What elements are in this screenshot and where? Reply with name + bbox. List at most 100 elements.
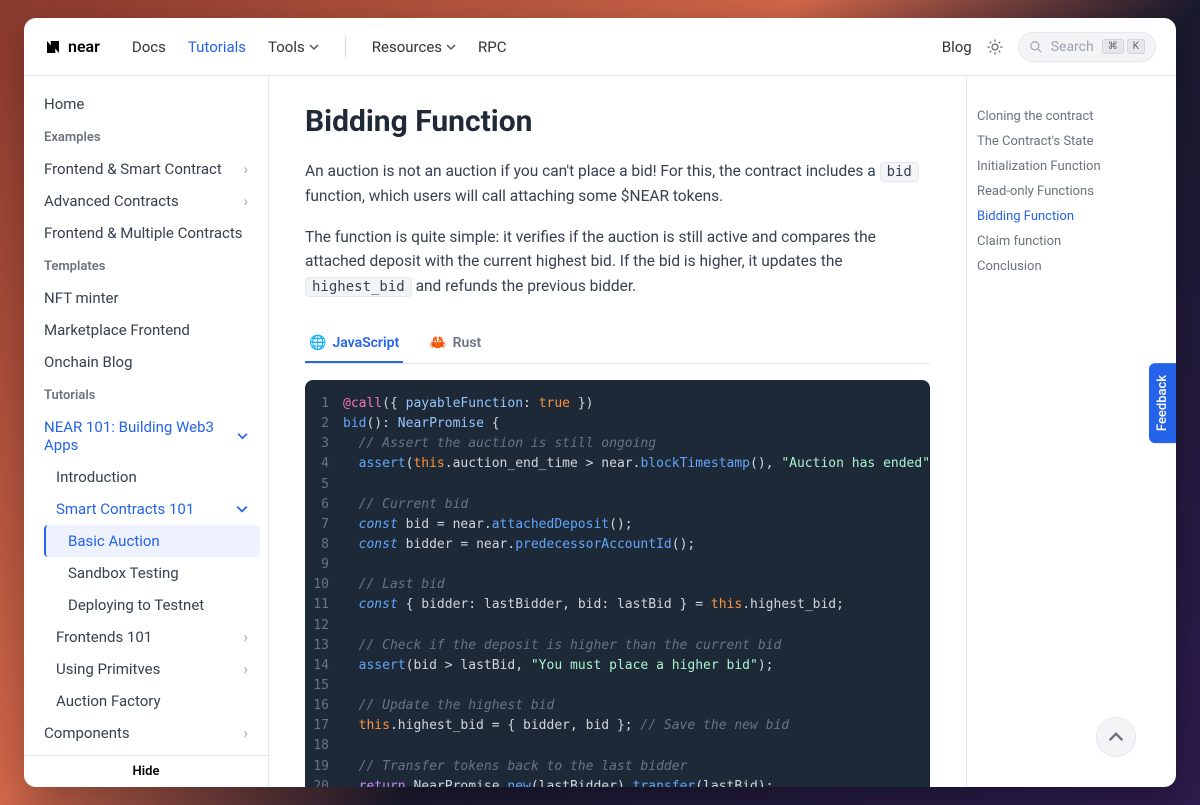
logo[interactable]: near (44, 37, 100, 56)
code-text: // Update the highest bid (343, 696, 554, 716)
line-number: 2 (305, 414, 343, 434)
nav-resources[interactable]: Resources (372, 38, 456, 56)
sidebar-tut1b1[interactable]: Basic Auction (44, 525, 260, 557)
content-area: Home Examples Frontend & Smart Contract›… (24, 76, 1176, 787)
line-number: 7 (305, 515, 343, 535)
toc-item[interactable]: Claim function (977, 229, 1156, 254)
sidebar-t2[interactable]: Marketplace Frontend (24, 314, 268, 346)
code-line: 14 assert(bid > lastBid, "You must place… (305, 656, 930, 676)
sidebar-ex3[interactable]: Frontend & Multiple Contracts (24, 217, 268, 249)
sidebar-ex2[interactable]: Advanced Contracts› (24, 185, 268, 217)
code-text: // Last bid (343, 575, 445, 595)
line-number: 4 (305, 454, 343, 474)
line-number: 15 (305, 676, 343, 696)
line-number: 12 (305, 616, 343, 636)
tab-rust[interactable]: 🦀Rust (425, 325, 485, 363)
chevron-down-icon (309, 42, 319, 52)
code-line: 4 assert(this.auction_end_time > near.bl… (305, 454, 930, 474)
chevron-right-icon: › (243, 660, 248, 678)
toc-item[interactable]: The Contract's State (977, 129, 1156, 154)
sidebar-t3[interactable]: Onchain Blog (24, 346, 268, 378)
chevron-up-icon (1108, 729, 1124, 745)
crab-icon: 🦀 (429, 335, 446, 351)
code-line: 16 // Update the highest bid (305, 696, 930, 716)
scroll-top-button[interactable] (1096, 717, 1136, 757)
line-number: 18 (305, 736, 343, 756)
sidebar-ex1[interactable]: Frontend & Smart Contract› (24, 153, 268, 185)
search-icon (1029, 40, 1043, 54)
sidebar-heading-tutorials: Tutorials (24, 378, 268, 411)
line-number: 5 (305, 475, 343, 495)
line-number: 17 (305, 716, 343, 736)
topbar-right: Blog Search ⌘K (942, 32, 1156, 62)
nav-blog[interactable]: Blog (942, 38, 972, 56)
nav-rpc[interactable]: RPC (478, 38, 506, 56)
code-text: return NearPromise.new(lastBidder).trans… (343, 777, 774, 787)
chevron-right-icon: › (243, 160, 248, 178)
code-text: const { bidder: lastBidder, bid: lastBid… (343, 595, 844, 615)
sidebar-home[interactable]: Home (24, 88, 268, 120)
code-text: const bid = near.attachedDeposit(); (343, 515, 633, 535)
line-number: 14 (305, 656, 343, 676)
chevron-down-icon (446, 42, 456, 52)
code-line: 8 const bidder = near.predecessorAccount… (305, 535, 930, 555)
toc-item[interactable]: Conclusion (977, 254, 1156, 279)
code-text: this.highest_bid = { bidder, bid }; // S… (343, 716, 789, 736)
search-box[interactable]: Search ⌘K (1018, 32, 1156, 62)
line-number: 3 (305, 434, 343, 454)
code-text: assert(this.auction_end_time > near.bloc… (343, 454, 930, 474)
nav-divider (345, 37, 346, 57)
code-text: // Transfer tokens back to the last bidd… (343, 757, 687, 777)
sidebar-tut1b3[interactable]: Deploying to Testnet (24, 589, 268, 621)
toc-item[interactable]: Read-only Functions (977, 179, 1156, 204)
code-line: 5 (305, 475, 930, 495)
code-line: 18 (305, 736, 930, 756)
inline-code: highest_bid (305, 277, 412, 297)
toc-item-active[interactable]: Bidding Function (977, 204, 1156, 229)
nav-tools[interactable]: Tools (268, 38, 319, 56)
table-of-contents: Cloning the contract The Contract's Stat… (966, 76, 1176, 787)
sidebar-tut1b[interactable]: Smart Contracts 101 (24, 493, 268, 525)
toc-item[interactable]: Cloning the contract (977, 104, 1156, 129)
line-number: 1 (305, 394, 343, 414)
code-line: 6 // Current bid (305, 495, 930, 515)
page-title: Bidding Function (305, 104, 930, 139)
sidebar-tut1[interactable]: NEAR 101: Building Web3 Apps (24, 411, 268, 461)
sidebar-tut1c[interactable]: Frontends 101› (24, 621, 268, 653)
nav-tutorials[interactable]: Tutorials (188, 38, 246, 56)
code-text: const bidder = near.predecessorAccountId… (343, 535, 695, 555)
code-text: // Check if the deposit is higher than t… (343, 636, 781, 656)
sidebar-hide-button[interactable]: Hide (24, 755, 268, 787)
line-number: 6 (305, 495, 343, 515)
code-line: 7 const bid = near.attachedDeposit(); (305, 515, 930, 535)
line-number: 16 (305, 696, 343, 716)
code-line: 20 return NearPromise.new(lastBidder).tr… (305, 777, 930, 787)
code-line: 11 const { bidder: lastBidder, bid: last… (305, 595, 930, 615)
sidebar-t1[interactable]: NFT minter (24, 282, 268, 314)
sidebar-tut2[interactable]: Components› (24, 717, 268, 749)
line-number: 19 (305, 757, 343, 777)
nav-docs[interactable]: Docs (132, 38, 166, 56)
chevron-right-icon: › (243, 724, 248, 742)
sidebar-tut1b2[interactable]: Sandbox Testing (24, 557, 268, 589)
line-number: 9 (305, 555, 343, 575)
feedback-button[interactable]: Feedback (1149, 362, 1176, 442)
near-logo-icon (44, 38, 62, 56)
sidebar-tut1e[interactable]: Auction Factory (24, 685, 268, 717)
toc-item[interactable]: Initialization Function (977, 154, 1156, 179)
theme-toggle[interactable] (986, 38, 1004, 56)
tab-javascript[interactable]: 🌐JavaScript (305, 325, 403, 363)
code-text: @call({ payableFunction: true }) (343, 394, 593, 414)
globe-icon: 🌐 (309, 335, 326, 351)
sidebar-tut1d[interactable]: Using Primitves› (24, 653, 268, 685)
code-line: 19 // Transfer tokens back to the last b… (305, 757, 930, 777)
brand-text: near (68, 37, 100, 56)
code-line: 3 // Assert the auction is still ongoing (305, 434, 930, 454)
code-block: 1@call({ payableFunction: true })2bid():… (305, 380, 930, 787)
main-content: Bidding Function An auction is not an au… (269, 76, 966, 787)
code-line: 17 this.highest_bid = { bidder, bid }; /… (305, 716, 930, 736)
code-text: // Assert the auction is still ongoing (343, 434, 656, 454)
code-line: 9 (305, 555, 930, 575)
sidebar-heading-templates: Templates (24, 249, 268, 282)
sidebar-tut1a[interactable]: Introduction (24, 461, 268, 493)
